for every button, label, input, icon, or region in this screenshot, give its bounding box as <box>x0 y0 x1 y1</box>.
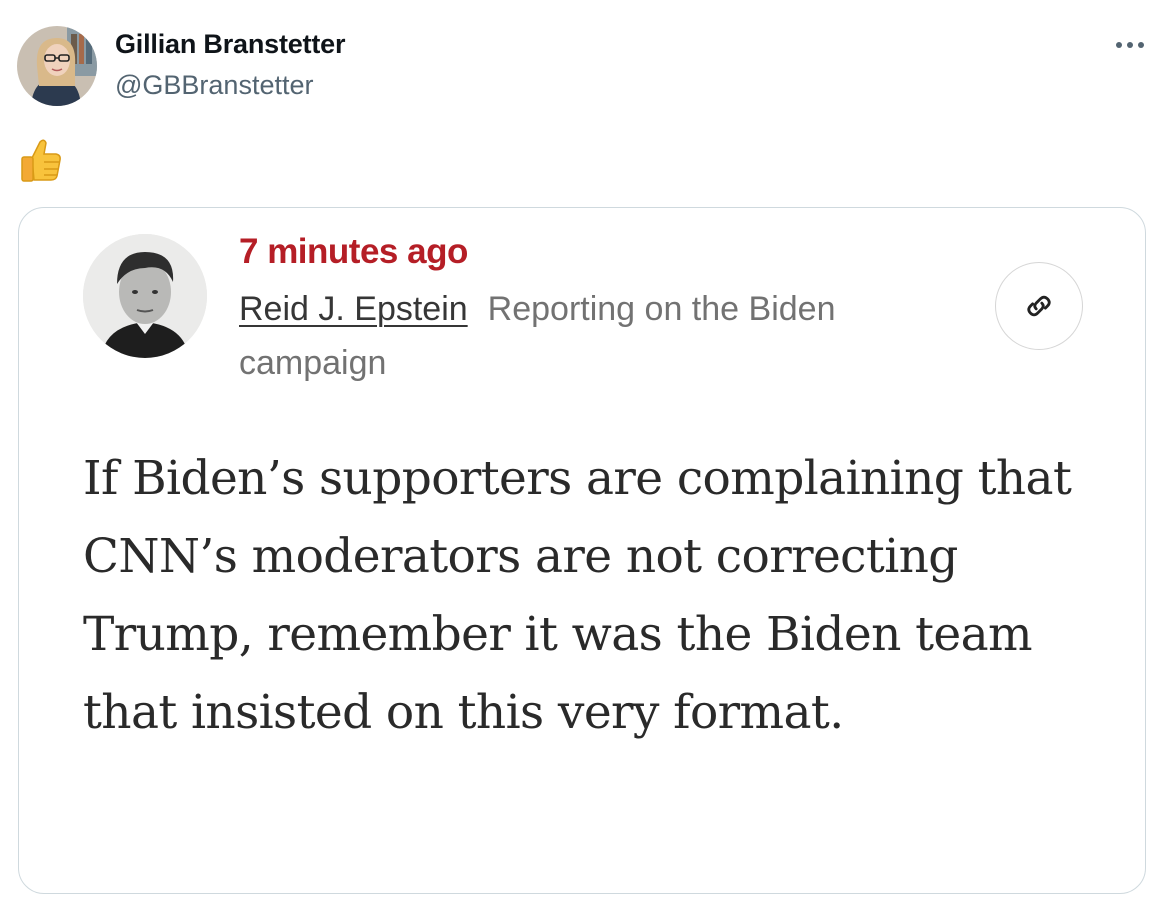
byline: Reid J. Epstein Reporting on the Biden ca… <box>239 282 959 390</box>
author-avatar[interactable] <box>17 26 97 106</box>
thumbs-up-icon <box>20 138 62 182</box>
tweet: Gillian Branstetter @GBBranstetter 7 min… <box>0 0 1174 918</box>
link-icon <box>1027 295 1051 317</box>
author-name[interactable]: Gillian Branstetter <box>115 29 345 60</box>
byline-author-link[interactable]: Reid J. Epstein <box>239 290 468 328</box>
reporter-avatar <box>83 234 207 358</box>
copy-link-button[interactable] <box>995 262 1083 350</box>
more-horizontal-icon <box>1116 42 1144 48</box>
embedded-image-card[interactable]: 7 minutes ago Reid J. Epstein Reporting o… <box>18 207 1146 894</box>
timestamp: 7 minutes ago <box>239 232 468 271</box>
author-handle[interactable]: @GBBranstetter <box>115 70 313 101</box>
quoted-post-text: If Biden’s supporters are complaining th… <box>83 451 1072 740</box>
more-options-button[interactable] <box>1110 30 1150 60</box>
